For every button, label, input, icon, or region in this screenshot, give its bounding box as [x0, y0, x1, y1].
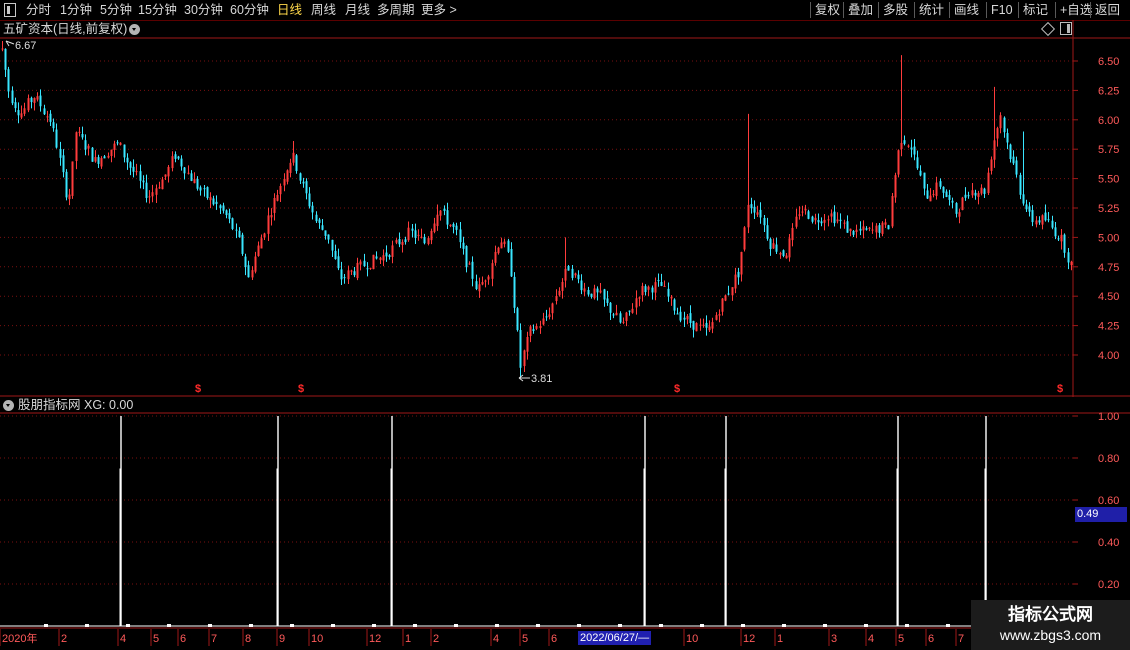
date-label: 8 [245, 633, 252, 645]
date-label: 1 [405, 633, 412, 645]
indicator-tick-label: 0.40 [1098, 537, 1119, 549]
date-label: 4 [120, 633, 127, 645]
watermark-title: 指标公式网 [1008, 605, 1093, 624]
indicator-tick-label: 0.20 [1098, 579, 1119, 591]
indicator-tick-label: 0.80 [1098, 453, 1119, 465]
date-label: 6 [180, 633, 187, 645]
date-label: 5 [898, 633, 905, 645]
date-label: 9 [279, 633, 286, 645]
date-label: 7 [958, 633, 965, 645]
watermark-url: www.zbgs3.com [999, 627, 1102, 643]
date-label: 3 [831, 633, 838, 645]
date-label: 10 [311, 633, 324, 645]
indicator-tick-label: 1.00 [1098, 411, 1119, 423]
indicator-tick-label: 0.60 [1098, 495, 1119, 507]
date-label: 12 [743, 633, 756, 645]
current-value-badge: 0.49 [1075, 507, 1127, 522]
date-label: 12 [369, 633, 382, 645]
date-label: 4 [868, 633, 875, 645]
date-label: 5 [153, 633, 160, 645]
date-label: 7 [211, 633, 218, 645]
date-label: 1 [777, 633, 784, 645]
date-label: 2020年 [2, 633, 38, 645]
date-label: 5 [522, 633, 529, 645]
crosshair-date-label: 2022/06/27/— [578, 631, 652, 645]
watermark: 指标公式网 www.zbgs3.com [971, 600, 1130, 650]
date-label: 6 [928, 633, 935, 645]
indicator-chart[interactable]: 1.00 0.80 0.60 0.40 0.20 [0, 0, 1130, 650]
date-label: 6 [551, 633, 558, 645]
date-label: 2 [433, 633, 440, 645]
date-label: 2 [61, 633, 68, 645]
date-label: 4 [493, 633, 500, 645]
date-label: 10 [686, 633, 699, 645]
